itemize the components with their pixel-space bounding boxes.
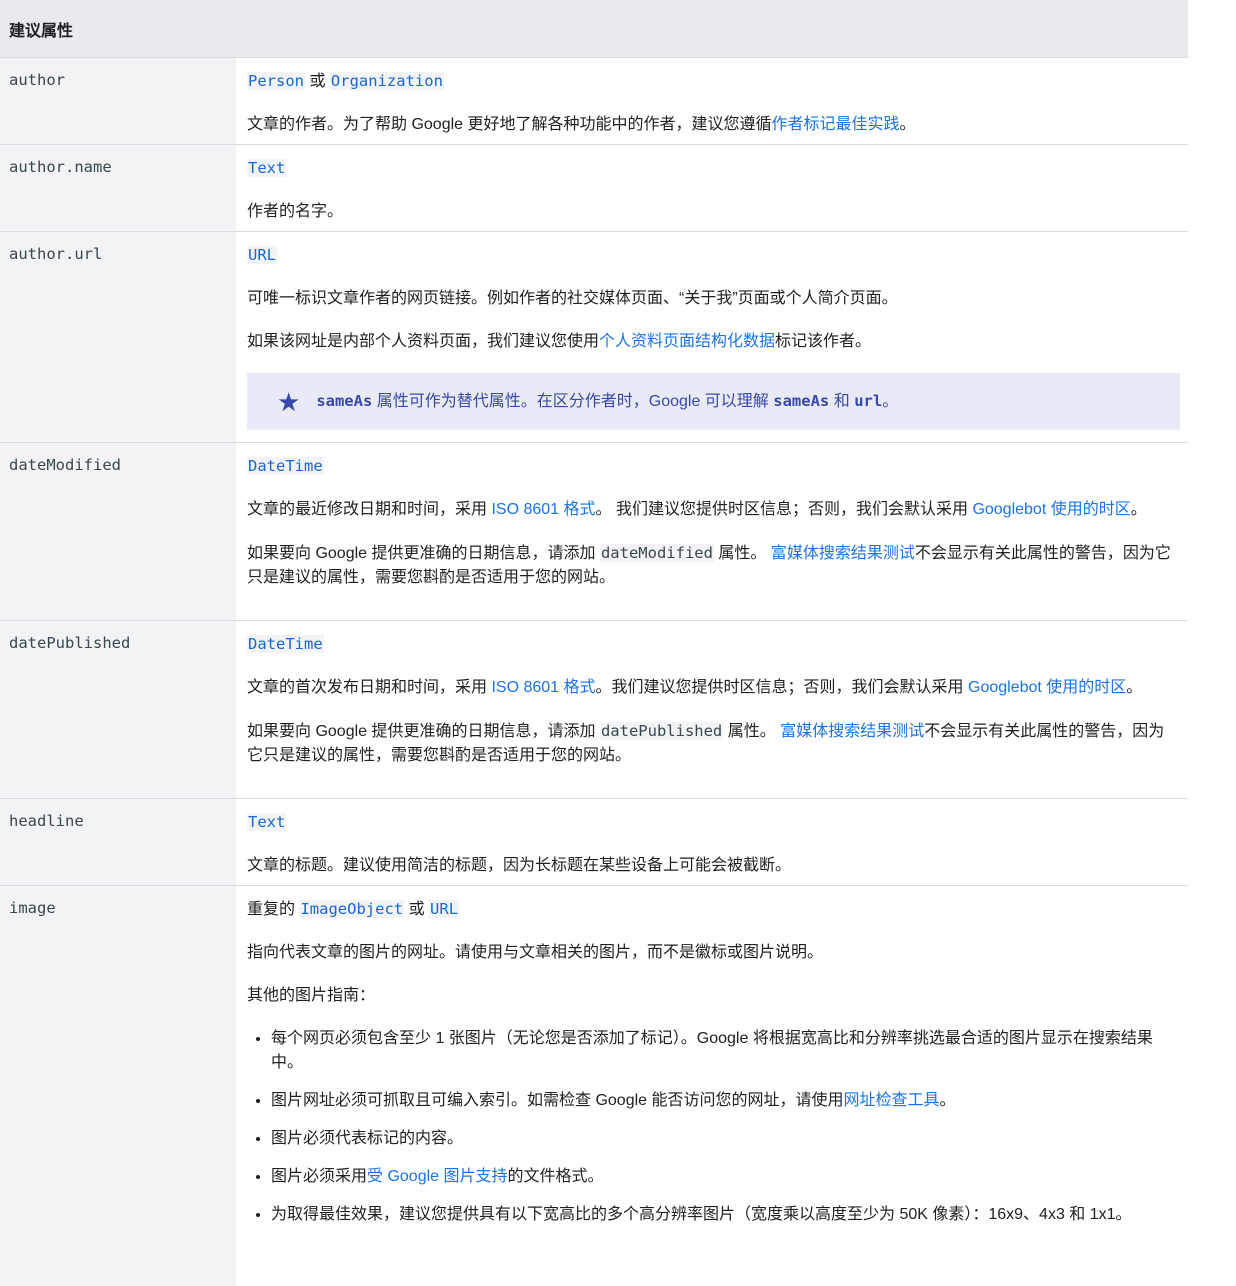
- type-link-organization[interactable]: Organization: [329, 72, 444, 90]
- desc-text: 。 我们建议您提供时区信息；否则，我们会默认采用: [595, 501, 968, 518]
- note-text: 和: [833, 393, 850, 410]
- desc-text: 图片网址必须可抓取且可编入索引。如需检查 Google 能否访问您的网址，请使用: [271, 1092, 844, 1109]
- desc-text: 如果该网址是内部个人资料页面，我们建议您使用: [247, 333, 600, 350]
- property-description: 重复的 ImageObject 或 URL 指向代表文章的图片的网址。请使用与文…: [236, 886, 1188, 1286]
- url-inspection-tool-link[interactable]: 网址检查工具: [844, 1092, 940, 1109]
- type-link-url[interactable]: URL: [247, 246, 277, 264]
- author-best-practices-link[interactable]: 作者标记最佳实践: [772, 116, 900, 133]
- property-name: datePublished: [0, 621, 236, 798]
- iso-8601-link[interactable]: ISO 8601 格式: [491, 679, 595, 696]
- note-code: url: [854, 392, 883, 410]
- rich-results-test-link[interactable]: 富媒体搜索结果测试: [780, 723, 924, 740]
- desc-text: 如果要向 Google 提供更准确的日期信息，请添加: [247, 723, 596, 740]
- list-item: 每个网页必须包含至少 1 张图片（无论您是否添加了标记）。Google 将根据宽…: [271, 1027, 1180, 1075]
- type-link-imageobject[interactable]: ImageObject: [299, 900, 405, 918]
- desc-end: 。: [1130, 501, 1147, 518]
- desc-end: 的文件格式。: [507, 1168, 604, 1185]
- desc-end: 。: [939, 1092, 956, 1109]
- list-item: 图片必须代表标记的内容。: [271, 1127, 1180, 1151]
- desc-text: 指向代表文章的图片的网址。请使用与文章相关的图片，而不是徽标或图片说明。: [247, 944, 824, 961]
- table-row: datePublished DateTime 文章的首次发布日期和时间，采用 I…: [0, 620, 1188, 798]
- desc-text: 如果要向 Google 提供更准确的日期信息，请添加: [247, 545, 596, 562]
- type-link-url[interactable]: URL: [429, 900, 460, 918]
- or-text: 或: [408, 901, 425, 918]
- googlebot-timezone-link[interactable]: Googlebot 使用的时区: [968, 679, 1126, 696]
- rich-results-test-link[interactable]: 富媒体搜索结果测试: [771, 545, 915, 562]
- table-row: headline Text 文章的标题。建议使用简洁的标题，因为长标题在某些设备…: [0, 798, 1188, 885]
- desc-end: 。: [899, 116, 916, 133]
- star-icon: ★: [277, 386, 301, 417]
- property-description: DateTime 文章的首次发布日期和时间，采用 ISO 8601 格式。我们建…: [236, 621, 1188, 798]
- list-item: 为取得最佳效果，建议您提供具有以下宽高比的多个高分辨率图片（宽度乘以高度至少为 …: [271, 1203, 1180, 1227]
- type-prefix: 重复的: [247, 901, 296, 918]
- desc-text: 文章的首次发布日期和时间，采用: [247, 679, 488, 696]
- type-link-text[interactable]: Text: [247, 159, 287, 177]
- type-link-datetime[interactable]: DateTime: [247, 457, 324, 475]
- image-guidelines-list: 每个网页必须包含至少 1 张图片（无论您是否添加了标记）。Google 将根据宽…: [247, 1027, 1180, 1227]
- profile-page-structured-data-link[interactable]: 个人资料页面结构化数据: [599, 333, 775, 350]
- property-description: Text 文章的标题。建议使用简洁的标题，因为长标题在某些设备上可能会被截断。: [236, 799, 1188, 885]
- desc-text: 文章的最近修改日期和时间，采用: [247, 501, 488, 518]
- or-text: 或: [309, 73, 326, 90]
- desc-text: 文章的作者。为了帮助 Google 更好地了解各种功能中的作者，建议您遵循: [247, 116, 772, 133]
- property-description: URL 可唯一标识文章作者的网页链接。例如作者的社交媒体页面、“关于我”页面或个…: [236, 232, 1188, 442]
- desc-text: 图片必须采用: [271, 1168, 368, 1185]
- desc-text: 属性。: [727, 723, 776, 740]
- google-images-supported-link[interactable]: 受 Google 图片支持: [367, 1168, 508, 1185]
- property-name: dateModified: [0, 443, 236, 620]
- table-row: author.name Text 作者的名字。: [0, 144, 1188, 231]
- list-item: 图片网址必须可抓取且可编入索引。如需检查 Google 能否访问您的网址，请使用…: [271, 1089, 1180, 1113]
- property-name: author.name: [0, 145, 236, 231]
- desc-text: 文章的标题。建议使用简洁的标题，因为长标题在某些设备上可能会被截断。: [247, 857, 792, 874]
- header-title: 建议属性: [9, 22, 74, 40]
- property-name: author: [0, 58, 236, 144]
- desc-text: 作者的名字。: [247, 203, 344, 220]
- type-link-datetime[interactable]: DateTime: [247, 635, 324, 653]
- property-description: Person 或 Organization 文章的作者。为了帮助 Google …: [236, 58, 1188, 144]
- note-text: 属性可作为替代属性。在区分作者时，Google 可以理解: [376, 393, 769, 410]
- inline-code: dateModified: [599, 544, 714, 562]
- desc-text: 属性。: [718, 545, 767, 562]
- note-code: sameAs: [773, 392, 830, 410]
- table-header: 建议属性: [0, 0, 1188, 57]
- desc-end: 。: [1126, 679, 1143, 696]
- googlebot-timezone-link[interactable]: Googlebot 使用的时区: [972, 501, 1130, 518]
- property-name: image: [0, 886, 236, 1286]
- property-description: DateTime 文章的最近修改日期和时间，采用 ISO 8601 格式。 我们…: [236, 443, 1188, 620]
- note-end: 。: [882, 393, 899, 410]
- desc-text: 其他的图片指南：: [247, 987, 376, 1004]
- type-link-text[interactable]: Text: [247, 813, 287, 831]
- inline-code: datePublished: [599, 722, 724, 740]
- iso-8601-link[interactable]: ISO 8601 格式: [491, 501, 595, 518]
- list-item: 图片必须采用受 Google 图片支持的文件格式。: [271, 1165, 1180, 1189]
- properties-table: 建议属性 author Person 或 Organization 文章的作者。…: [0, 0, 1188, 1286]
- property-name: author.url: [0, 232, 236, 442]
- table-row: dateModified DateTime 文章的最近修改日期和时间，采用 IS…: [0, 442, 1188, 620]
- note-code: sameAs: [316, 392, 373, 410]
- desc-end: 标记该作者。: [775, 333, 872, 350]
- table-row: author.url URL 可唯一标识文章作者的网页链接。例如作者的社交媒体页…: [0, 231, 1188, 442]
- desc-text: 可唯一标识文章作者的网页链接。例如作者的社交媒体页面、“关于我”页面或个人简介页…: [247, 290, 898, 307]
- tip-note: ★ sameAs 属性可作为替代属性。在区分作者时，Google 可以理解 sa…: [247, 373, 1180, 430]
- property-description: Text 作者的名字。: [236, 145, 1188, 231]
- type-link-person[interactable]: Person: [247, 72, 305, 90]
- table-row: image 重复的 ImageObject 或 URL 指向代表文章的图片的网址…: [0, 885, 1188, 1286]
- property-name: headline: [0, 799, 236, 885]
- desc-text: 。我们建议您提供时区信息；否则，我们会默认采用: [595, 679, 964, 696]
- table-row: author Person 或 Organization 文章的作者。为了帮助 …: [0, 57, 1188, 144]
